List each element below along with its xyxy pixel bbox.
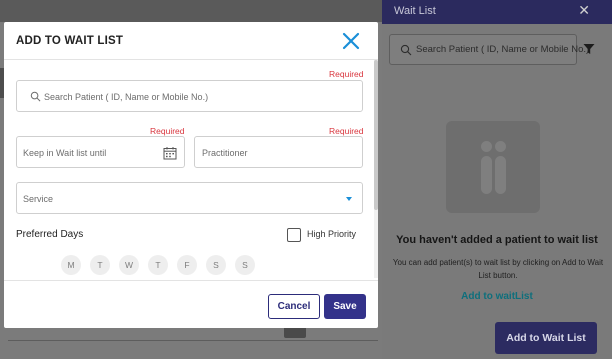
search-icon (400, 44, 412, 56)
illustration-dot (495, 141, 506, 152)
service-placeholder: Service (23, 194, 54, 204)
wait-list-panel: Wait List ✕ Search Patient ( ID, Name or… (382, 0, 612, 359)
practitioner-placeholder: Practitioner (202, 148, 248, 158)
patient-search-placeholder: Search Patient ( ID, Name or Mobile No.) (44, 92, 209, 102)
panel-search-input[interactable]: Search Patient ( ID, Name or Mobile No.) (389, 34, 589, 65)
service-select[interactable]: Service (16, 182, 363, 214)
wait-list-panel-header: Wait List ✕ (382, 0, 612, 24)
background-divider (8, 340, 378, 341)
add-to-wait-list-button[interactable]: Add to Wait List (495, 322, 597, 354)
day-toggle-thursday[interactable]: T (148, 255, 168, 275)
wait-until-placeholder: Keep in Wait list until (23, 148, 107, 158)
panel-search-placeholder: Search Patient ( ID, Name or Mobile No.) (416, 44, 590, 55)
save-button[interactable]: Save (324, 294, 366, 319)
background-topbar (0, 0, 382, 22)
search-icon (30, 91, 41, 102)
high-priority-label: High Priority (307, 229, 357, 239)
modal-footer (4, 280, 378, 328)
illustration-bar (481, 156, 492, 194)
practitioner-required-label: Required (329, 126, 364, 136)
day-toggle-monday[interactable]: M (61, 255, 81, 275)
patient-required-label: Required (329, 69, 364, 79)
chevron-down-icon (346, 197, 352, 201)
empty-state-description: You can add patient(s) to wait list by c… (392, 258, 604, 280)
wait-until-date-field[interactable]: Keep in Wait list until (16, 136, 185, 168)
add-to-wait-list-modal: ADD TO WAIT LIST Required Search Patient… (4, 22, 378, 328)
panel-close-icon[interactable]: ✕ (578, 2, 590, 19)
close-icon[interactable] (342, 32, 360, 50)
high-priority-checkbox[interactable] (287, 228, 301, 242)
day-toggle-tuesday[interactable]: T (90, 255, 110, 275)
wait-until-required-label: Required (150, 126, 185, 136)
practitioner-field[interactable]: Practitioner (194, 136, 363, 168)
patient-search-input[interactable]: Search Patient ( ID, Name or Mobile No.) (16, 80, 363, 112)
preferred-days-label: Preferred Days (16, 229, 84, 240)
cancel-button[interactable]: Cancel (268, 294, 320, 319)
illustration-bar (495, 156, 506, 194)
day-toggle-wednesday[interactable]: W (119, 255, 139, 275)
wait-list-panel-title: Wait List (394, 5, 436, 17)
day-toggle-saturday[interactable]: S (206, 255, 226, 275)
illustration-dot (481, 141, 492, 152)
add-to-waitlist-link[interactable]: Add to waitList (382, 291, 612, 302)
empty-state-illustration (446, 121, 540, 213)
empty-state-title: You haven't added a patient to wait list (396, 234, 598, 246)
modal-scrollbar-thumb[interactable] (374, 60, 378, 210)
day-toggle-sunday[interactable]: S (235, 255, 255, 275)
filter-icon[interactable] (583, 43, 595, 55)
modal-title: ADD TO WAIT LIST (16, 35, 124, 47)
calendar-icon[interactable] (163, 146, 177, 160)
day-toggle-friday[interactable]: F (177, 255, 197, 275)
modal-header: ADD TO WAIT LIST (4, 22, 378, 60)
